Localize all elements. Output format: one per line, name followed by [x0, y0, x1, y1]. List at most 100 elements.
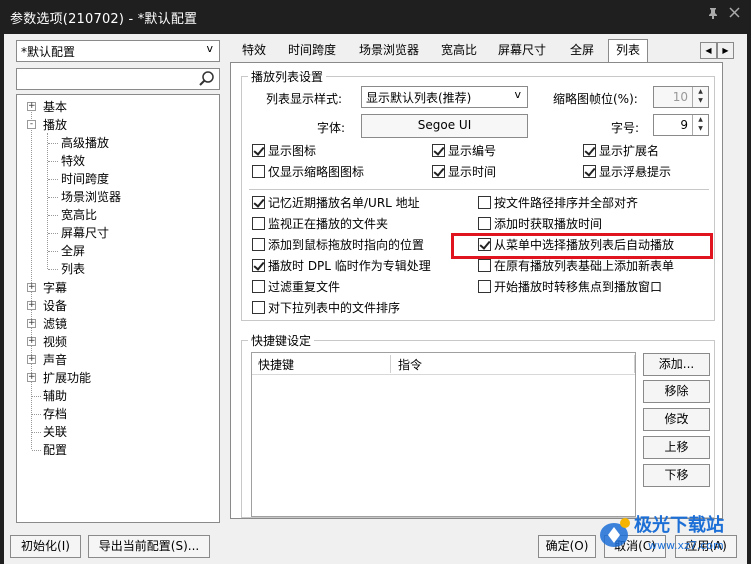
hotkey-list-header: 快捷键 指令	[252, 353, 635, 375]
chevron-down-icon: v	[206, 42, 213, 55]
tree-connector	[31, 109, 32, 449]
tree-item-extensions[interactable]: 扩展功能	[43, 369, 91, 387]
tree-item-video[interactable]: 视频	[43, 333, 67, 351]
sort-dropdown-checkbox[interactable]: 对下拉列表中的文件排序	[252, 301, 400, 317]
tree-connector	[48, 197, 58, 198]
ok-button[interactable]: 确定(O)	[538, 535, 596, 558]
thumb-fps-spinner[interactable]: 10 ▲ ▼	[653, 86, 709, 108]
hotkey-remove-button[interactable]: 移除	[643, 380, 710, 403]
hotkey-add-button[interactable]: 添加...	[643, 353, 710, 376]
tree-item-basic[interactable]: 基本	[43, 98, 67, 116]
show-time-checkbox[interactable]: 显示时间	[432, 165, 496, 181]
window-title: 参数选项(210702) - *默认配置	[10, 12, 198, 27]
spinner-arrows-icon[interactable]: ▲ ▼	[692, 87, 708, 107]
tree-item-accessibility[interactable]: 辅助	[43, 387, 67, 405]
append-new-list-checkbox[interactable]: 在原有播放列表基础上添加新表单	[478, 259, 674, 275]
init-button[interactable]: 初始化(I)	[10, 535, 81, 558]
tab-aspect-ratio[interactable]: 宽高比	[434, 40, 484, 62]
dpl-album-checkbox[interactable]: 播放时 DPL 临时作为专辑处理	[252, 259, 431, 275]
tab-fullscreen[interactable]: 全屏	[563, 40, 601, 62]
get-duration-checkbox[interactable]: 添加时获取播放时间	[478, 217, 602, 233]
show-icon-checkbox[interactable]: 显示图标	[252, 144, 316, 160]
tree-item-config[interactable]: 配置	[43, 441, 67, 459]
hotkey-move-up-button[interactable]: 上移	[643, 436, 710, 459]
tree-toggle-basic[interactable]: +	[27, 102, 36, 111]
hotkey-list[interactable]: 快捷键 指令	[251, 352, 636, 517]
checkbox-unchecked-icon	[252, 238, 265, 251]
tree-connector	[48, 251, 58, 252]
tree-item-audio[interactable]: 声音	[43, 351, 67, 369]
monitor-folder-checkbox[interactable]: 监视正在播放的文件夹	[252, 217, 388, 233]
search-icon[interactable]	[198, 70, 216, 88]
col-hotkey[interactable]: 快捷键	[258, 356, 294, 373]
tree-toggle-video[interactable]: +	[27, 337, 36, 346]
thumbnail-only-checkbox[interactable]: 仅显示缩略图图标	[252, 165, 364, 181]
checkbox-checked-icon	[432, 165, 445, 178]
focus-on-play-checkbox[interactable]: 开始播放时转移焦点到播放窗口	[478, 280, 662, 296]
display-style-value: 显示默认列表(推荐)	[366, 91, 472, 105]
size-label: 字号:	[611, 121, 640, 135]
tree-item-playlist[interactable]: 列表	[61, 260, 85, 278]
tree-item-aspect-ratio[interactable]: 宽高比	[61, 206, 97, 224]
tree-connector	[48, 161, 58, 162]
sort-by-path-checkbox[interactable]: 按文件路径排序并全部对齐	[478, 196, 638, 212]
hotkey-edit-button[interactable]: 修改	[643, 408, 710, 431]
tree-item-fullscreen[interactable]: 全屏	[61, 242, 85, 260]
tree-connector	[32, 396, 41, 397]
chevron-down-icon: v	[514, 88, 521, 101]
tree-connector	[32, 450, 41, 451]
tree-item-associations[interactable]: 关联	[43, 423, 67, 441]
tab-effects[interactable]: 特效	[235, 40, 273, 62]
display-style-select[interactable]: 显示默认列表(推荐) v	[361, 86, 528, 108]
tree-item-subtitles[interactable]: 字幕	[43, 279, 67, 297]
tree-toggle-devices[interactable]: +	[27, 301, 36, 310]
add-at-drop-checkbox[interactable]: 添加到鼠标拖放时指向的位置	[252, 238, 424, 254]
checkbox-unchecked-icon	[252, 280, 265, 293]
tree-toggle-filters[interactable]: +	[27, 319, 36, 328]
tab-scene-browser[interactable]: 场景浏览器	[352, 40, 426, 62]
search-input[interactable]	[16, 68, 220, 90]
tree-item-devices[interactable]: 设备	[43, 297, 67, 315]
tab-screen-size[interactable]: 屏幕尺寸	[491, 40, 553, 62]
spinner-arrows-icon[interactable]: ▲ ▼	[692, 115, 708, 135]
hotkey-move-down-button[interactable]: 下移	[643, 464, 710, 487]
tree-toggle-playback[interactable]: -	[27, 120, 36, 129]
show-number-checkbox[interactable]: 显示编号	[432, 144, 496, 160]
tree-item-archive[interactable]: 存档	[43, 405, 67, 423]
display-style-label: 列表显示样式:	[266, 92, 343, 106]
tab-scroll-right-button[interactable]: ▶	[717, 42, 734, 59]
tree-toggle-extensions[interactable]: +	[27, 373, 36, 382]
settings-tree[interactable]: + 基本 - 播放 高级播放 特效 时间跨度 场景浏览器 宽高比 屏幕尺寸 全屏…	[16, 94, 220, 523]
tab-scroll-left-button[interactable]: ◀	[700, 42, 717, 59]
show-extension-checkbox[interactable]: 显示扩展名	[583, 144, 659, 160]
export-config-button[interactable]: 导出当前配置(S)...	[88, 535, 210, 558]
tree-toggle-subtitles[interactable]: +	[27, 283, 36, 292]
profile-select[interactable]: *默认配置 v	[16, 40, 220, 62]
watermark-text: 极光下载站	[634, 515, 724, 536]
checkbox-unchecked-icon	[252, 217, 265, 230]
tree-toggle-audio[interactable]: +	[27, 355, 36, 364]
remember-recent-checkbox[interactable]: 记忆近期播放名单/URL 地址	[252, 196, 420, 212]
tree-item-scene-browser[interactable]: 场景浏览器	[61, 188, 121, 206]
tree-item-playback[interactable]: 播放	[43, 116, 67, 134]
show-tooltip-checkbox[interactable]: 显示浮悬提示	[583, 165, 671, 181]
window-frame-right	[747, 34, 751, 564]
watermark: 极光下载站 www.xz7.com	[598, 509, 748, 561]
playlist-settings-title: 播放列表设置	[248, 68, 327, 85]
close-icon[interactable]	[729, 7, 740, 22]
pin-icon[interactable]	[707, 7, 719, 23]
col-command[interactable]: 指令	[398, 356, 422, 373]
filter-duplicates-checkbox[interactable]: 过滤重复文件	[252, 280, 340, 296]
watermark-url: www.xz7.com	[648, 539, 724, 552]
font-size-spinner[interactable]: 9 ▲ ▼	[653, 114, 709, 136]
tree-item-advanced-playback[interactable]: 高级播放	[61, 134, 109, 152]
thumb-fps-label: 缩略图帧位(%):	[553, 92, 638, 106]
tree-item-effects[interactable]: 特效	[61, 152, 85, 170]
font-button[interactable]: Segoe UI	[361, 114, 528, 138]
tab-time-span[interactable]: 时间跨度	[281, 40, 343, 62]
tree-item-filters[interactable]: 滤镜	[43, 315, 67, 333]
tree-item-time-span[interactable]: 时间跨度	[61, 170, 109, 188]
tree-item-screen-size[interactable]: 屏幕尺寸	[61, 224, 109, 242]
font-size-value: 9	[680, 118, 688, 132]
tab-playlist[interactable]: 列表	[608, 39, 649, 63]
